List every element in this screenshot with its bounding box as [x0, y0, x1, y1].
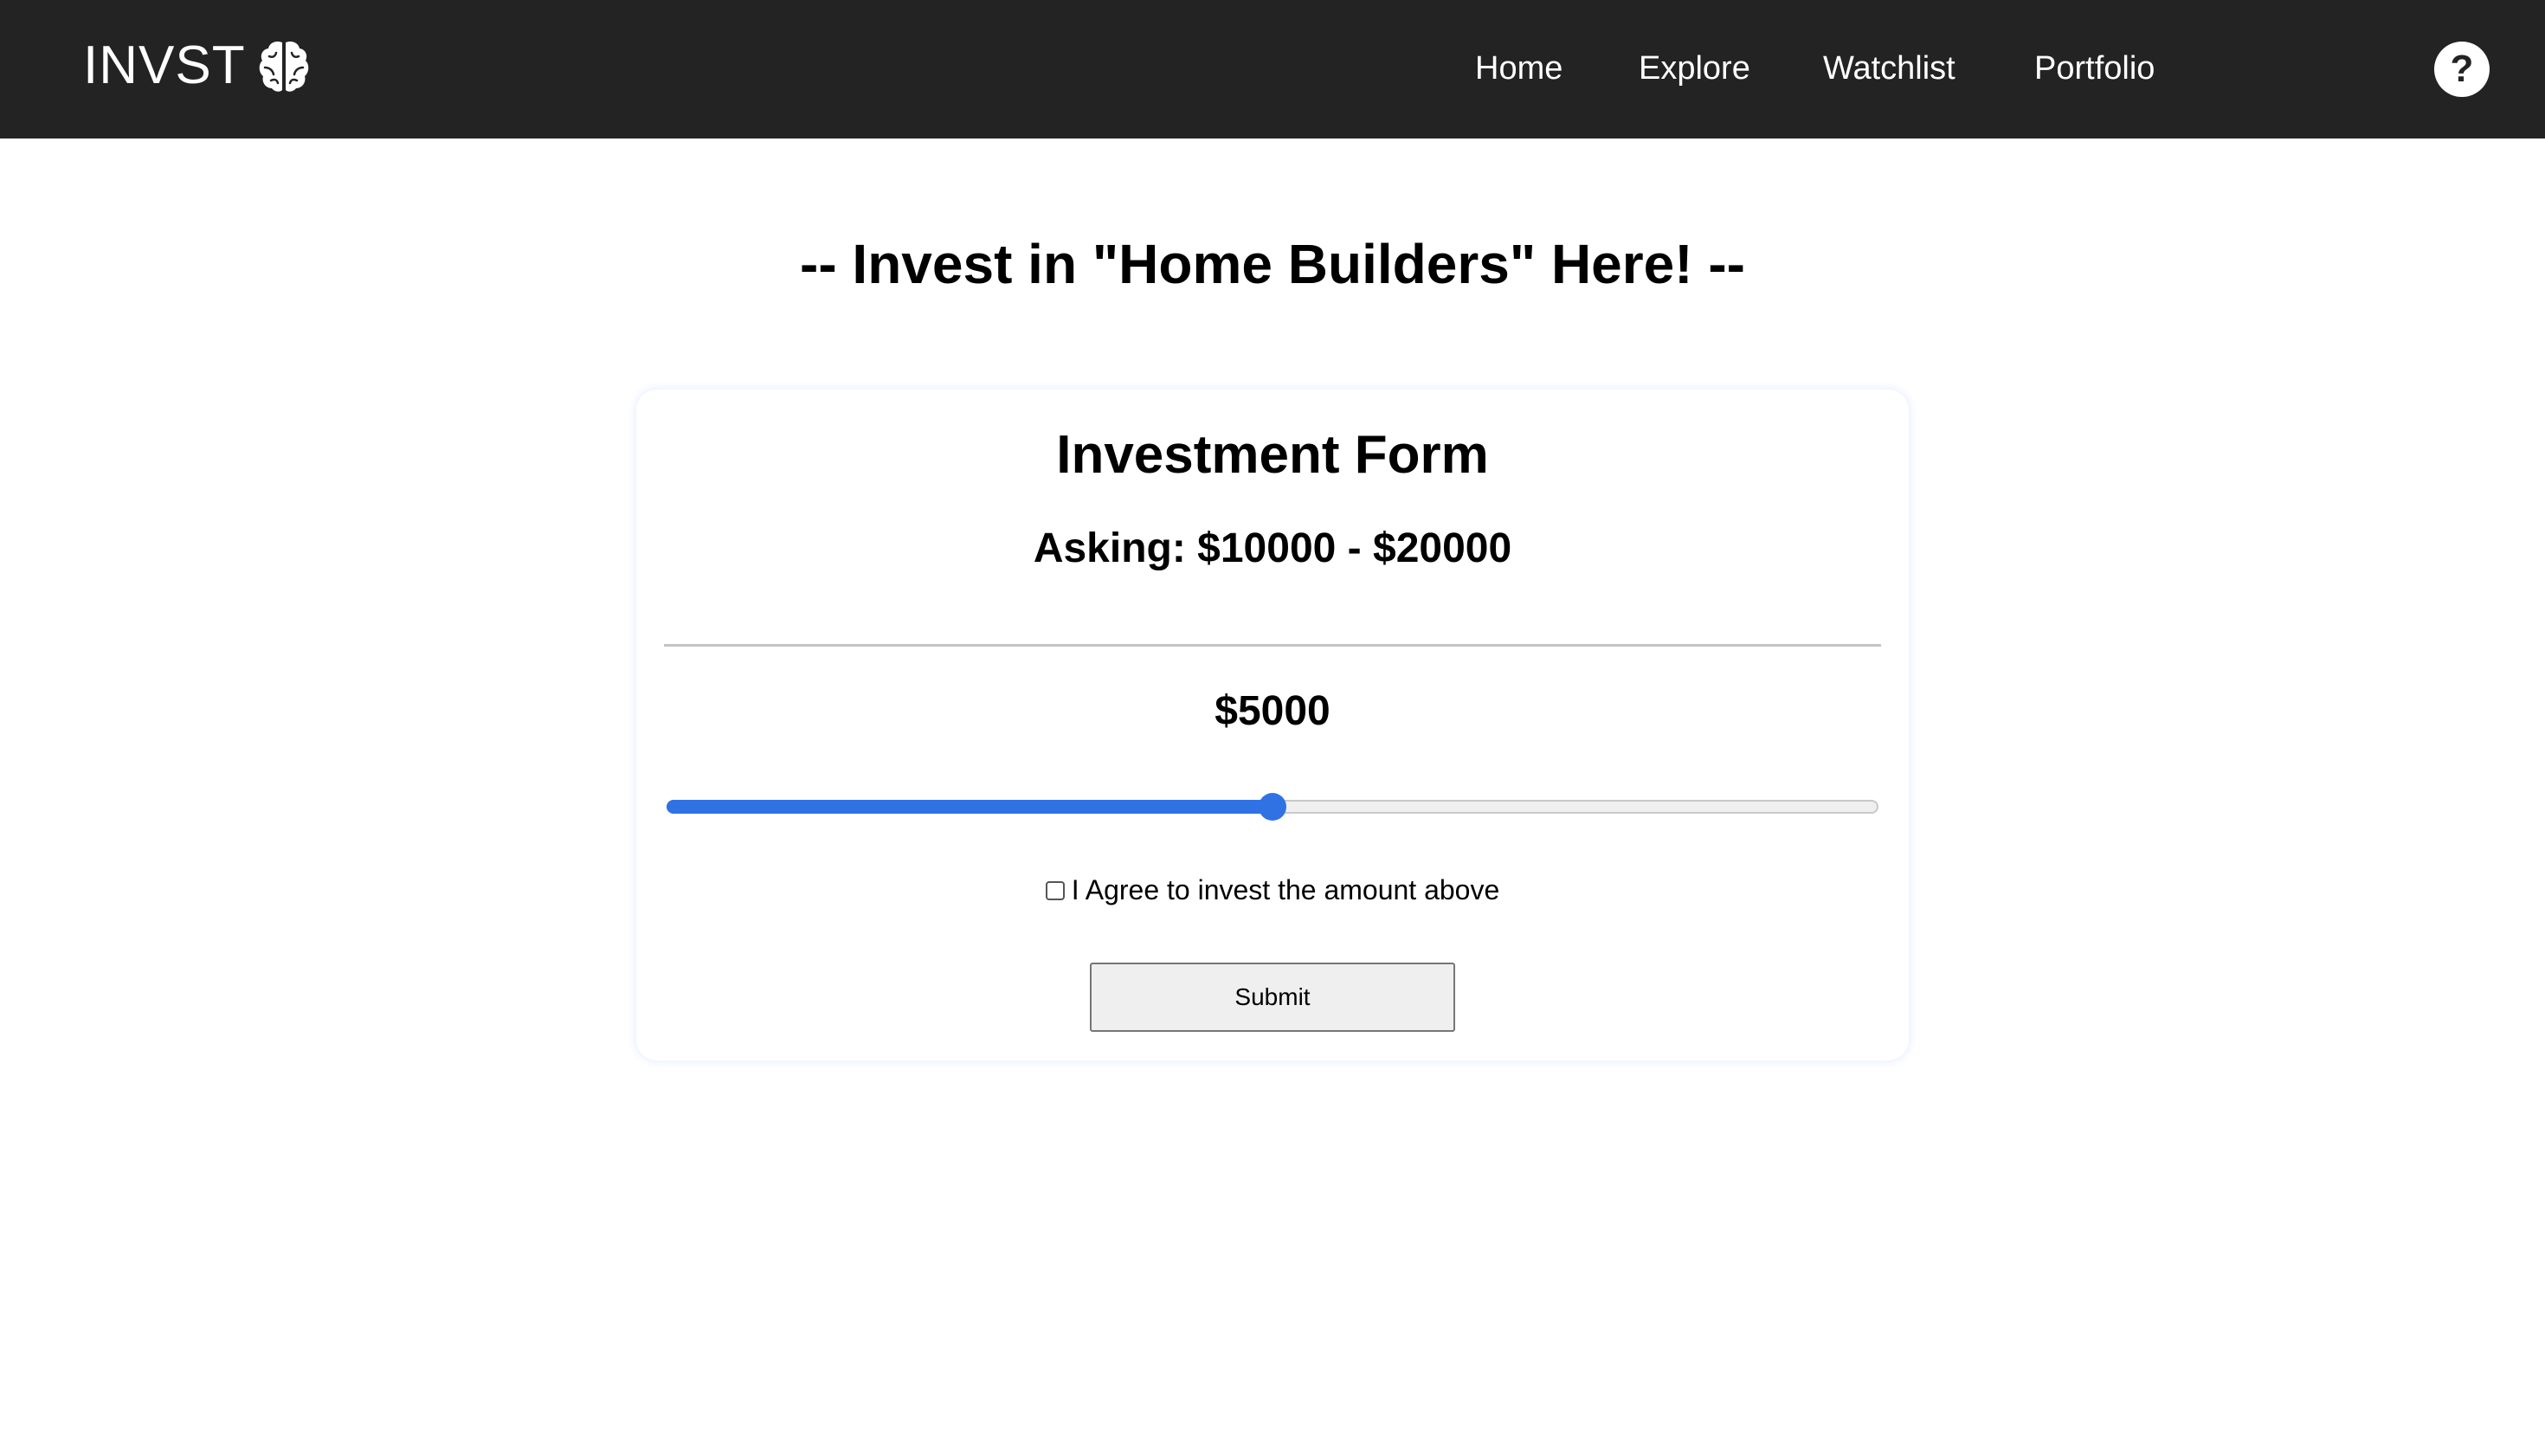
asking-range: Asking: $10000 - $20000	[1033, 525, 1512, 571]
help-button[interactable]: ?	[2434, 42, 2490, 97]
nav-link-home[interactable]: Home	[1475, 50, 1562, 87]
nav-link-portfolio[interactable]: Portfolio	[2034, 50, 2155, 87]
brain-icon	[259, 41, 308, 92]
submit-button[interactable]: Submit	[1090, 963, 1455, 1032]
nav-link-watchlist[interactable]: Watchlist	[1823, 50, 1955, 87]
amount-slider[interactable]	[667, 793, 1878, 821]
nav-link-explore[interactable]: Explore	[1639, 50, 1750, 87]
investment-form-card: Investment Form Asking: $10000 - $20000 …	[636, 390, 1909, 1060]
agree-label[interactable]: I Agree to invest the amount above	[1072, 874, 1500, 906]
slider-thumb[interactable]	[1259, 793, 1286, 821]
logo-text: INVST	[83, 35, 246, 95]
slider-fill	[667, 800, 1272, 814]
submit-label: Submit	[1234, 983, 1311, 1010]
agree-row: I Agree to invest the amount above	[636, 874, 1909, 906]
divider	[664, 644, 1881, 647]
logo[interactable]: INVST	[83, 35, 310, 96]
agree-checkbox[interactable]	[1045, 880, 1065, 900]
help-icon: ?	[2450, 48, 2474, 90]
top-navbar: INVST Home Explore Watchlist Portfolio ?	[0, 0, 2545, 139]
investment-amount: $5000	[1215, 688, 1330, 734]
form-title: Investment Form	[1056, 425, 1489, 485]
page-heading: -- Invest in "Home Builders" Here! --	[800, 233, 1745, 295]
